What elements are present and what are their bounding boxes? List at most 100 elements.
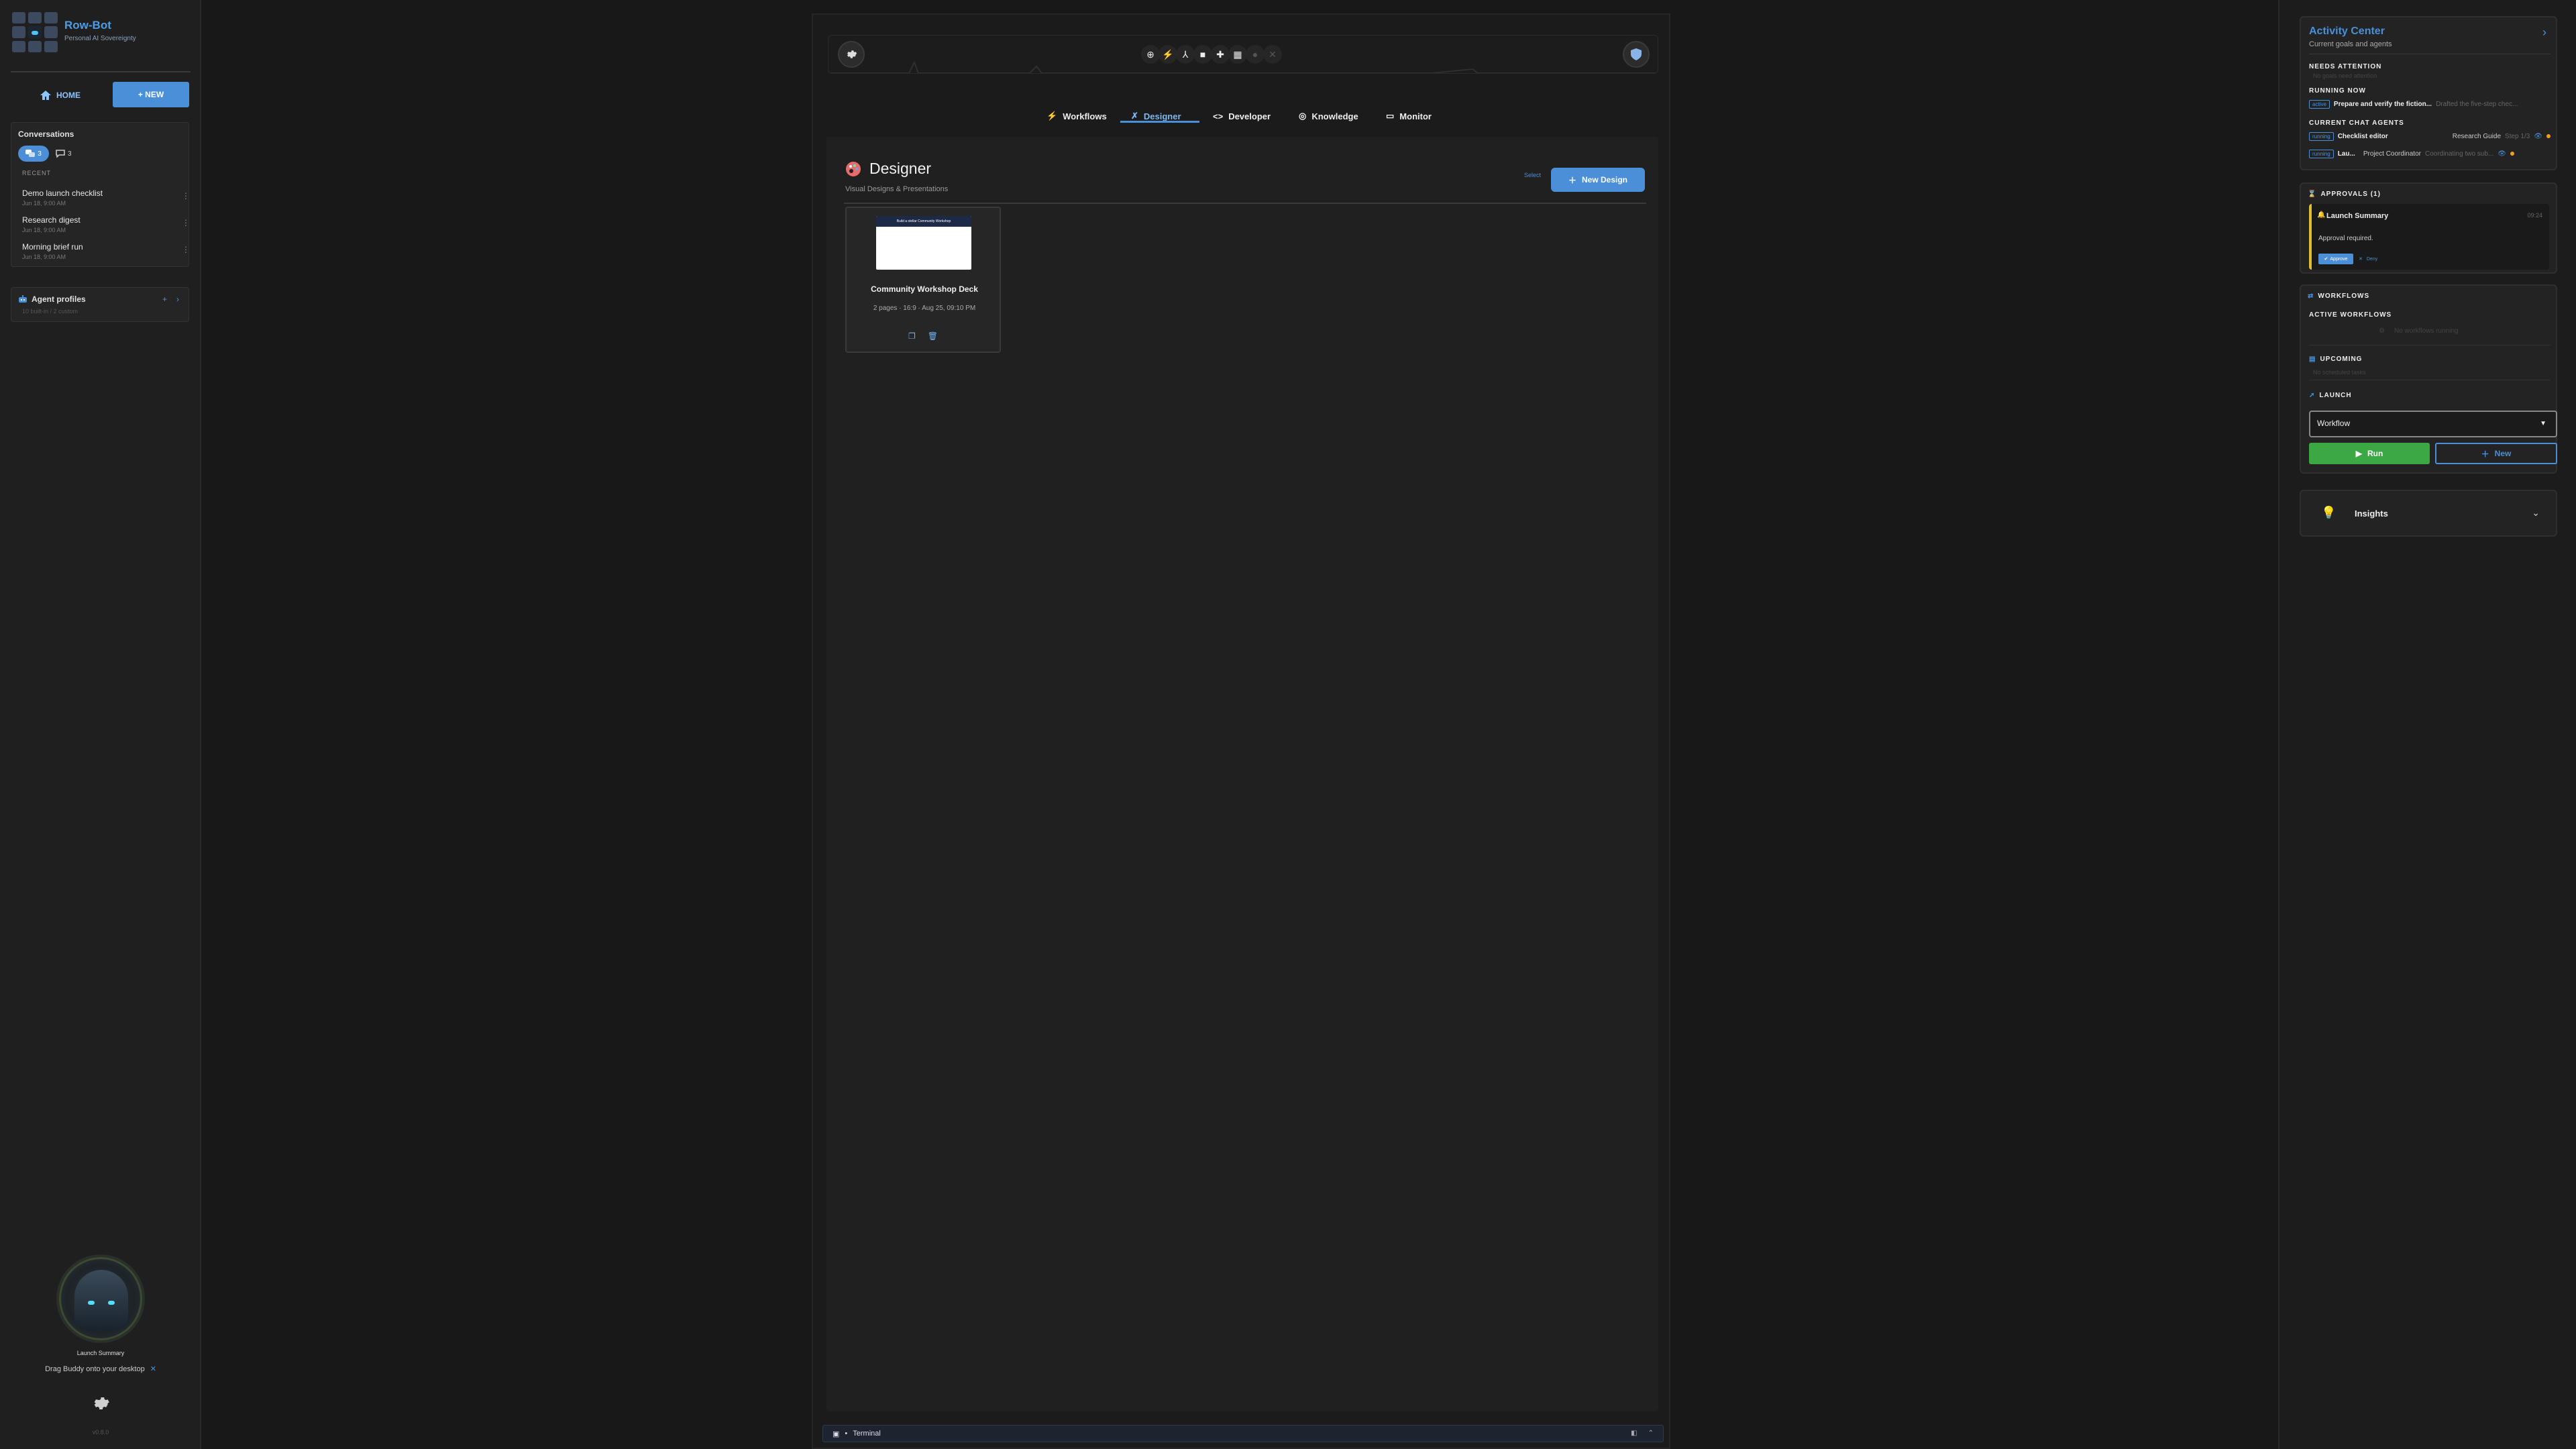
deny-label: Deny: [2366, 256, 2378, 262]
new-workflow-label: New: [2494, 449, 2512, 458]
security-button[interactable]: [1623, 41, 1650, 68]
graph-tool-icon[interactable]: ⅄: [1176, 45, 1195, 64]
status-badge: running: [2309, 131, 2334, 141]
left-sidebar: Row-Bot Personal AI Sovereignty HOME + N…: [0, 0, 201, 1449]
more-options-icon[interactable]: ⋮: [182, 218, 190, 227]
thumbnail-title: Build a stellar Community Workshop: [876, 216, 971, 227]
conversation-item[interactable]: Research digest Jun 18, 9:00 AM ⋮: [22, 215, 190, 233]
search-tool-icon[interactable]: ⊕: [1141, 45, 1160, 64]
terminal-icon: ▣: [833, 1430, 840, 1438]
buddy-avatar[interactable]: [59, 1257, 142, 1340]
agent-profiles-panel[interactable]: Agent profiles 10 built-in / 2 custom + …: [11, 287, 189, 322]
close-icon[interactable]: ✕: [150, 1365, 156, 1373]
approval-card[interactable]: 🔔 Launch Summary 09:24 Approval required…: [2309, 204, 2549, 270]
activity-center: Activity Center Current goals and agents…: [2300, 16, 2557, 170]
view-eye-icon[interactable]: 👁: [2534, 133, 2542, 140]
palette-icon: [846, 161, 861, 176]
tab-designer[interactable]: ✗ Designer: [1131, 105, 1181, 127]
delete-icon[interactable]: 🗑: [928, 331, 938, 341]
flash-tool-icon[interactable]: ⚡: [1159, 45, 1177, 64]
needs-attention-empty: No goals need attention: [2313, 72, 2377, 79]
agent-detail: Coordinating two sub...: [2424, 150, 2494, 158]
more-options-icon[interactable]: ⋮: [182, 191, 190, 201]
tab-developer[interactable]: <> Developer: [1213, 105, 1271, 127]
plugin-tool-icon[interactable]: ✚: [1211, 45, 1230, 64]
upcoming-label: UPCOMING: [2320, 356, 2363, 363]
status-badge: running: [2309, 149, 2334, 158]
robot-icon: [19, 295, 27, 303]
status-badge: active: [2309, 99, 2330, 109]
designer-content: Designer Visual Designs & Presentations …: [826, 137, 1658, 1411]
approve-button[interactable]: ✔ Approve: [2318, 254, 2353, 264]
duplicate-icon[interactable]: ❐: [908, 331, 916, 341]
workflows-panel: ⇄ WORKFLOWS ACTIVE WORKFLOWS ⚙ No workfl…: [2300, 284, 2557, 474]
chat-agent-row[interactable]: running Checklist editor Research Guide …: [2309, 130, 2551, 142]
chevron-up-icon[interactable]: ⌃: [1648, 1430, 1654, 1437]
conversation-item[interactable]: Demo launch checklist Jun 18, 9:00 AM ⋮: [22, 189, 190, 207]
settings-button[interactable]: [838, 41, 865, 68]
view-eye-icon[interactable]: 👁: [2498, 150, 2506, 158]
monitor-icon: ▭: [1386, 111, 1395, 121]
select-link[interactable]: Select: [1524, 172, 1541, 178]
conversation-date: Jun 18, 9:00 AM: [22, 254, 66, 260]
designer-header: Designer: [845, 160, 931, 178]
messages-filter[interactable]: 3: [56, 146, 83, 162]
chevron-right-icon[interactable]: ›: [176, 294, 179, 304]
add-agent-icon[interactable]: +: [162, 294, 167, 304]
app-tagline: Personal AI Sovereignty: [64, 35, 136, 42]
conversation-name: Morning brief run: [22, 242, 83, 252]
tab-monitor[interactable]: ▭ Monitor: [1386, 105, 1432, 127]
recent-label: RECENT: [22, 170, 52, 176]
agent-profiles-header: Agent profiles: [18, 294, 86, 304]
new-workflow-button[interactable]: ＋ New: [2435, 443, 2557, 464]
conversations-title: Conversations: [18, 129, 74, 139]
conversation-name: Research digest: [22, 215, 80, 225]
tab-knowledge-label: Knowledge: [1311, 111, 1358, 121]
split-icon[interactable]: ◧: [1631, 1430, 1637, 1437]
plus-icon: ＋: [2481, 449, 2489, 459]
chevron-right-icon[interactable]: ›: [2542, 25, 2546, 40]
home-button[interactable]: HOME: [27, 83, 94, 107]
buddy-caption: Launch Summary: [76, 1350, 125, 1356]
drag-buddy-hint: Drag Buddy onto your desktop ✕: [0, 1364, 201, 1373]
activity-center-title: Activity Center: [2309, 25, 2385, 37]
conversation-name: Demo launch checklist: [22, 189, 103, 198]
lightning-icon: ⚡: [1046, 111, 1058, 121]
agent-profiles-title: Agent profiles: [32, 294, 86, 304]
settings-gear-icon[interactable]: [91, 1394, 110, 1413]
workflow-select[interactable]: Workflow ▼: [2309, 411, 2557, 437]
new-button[interactable]: + NEW: [113, 82, 189, 107]
insights-panel[interactable]: 💡 Insights ⌄: [2300, 490, 2557, 537]
designer-subtitle: Visual Designs & Presentations: [845, 185, 949, 193]
conversation-item[interactable]: Morning brief run Jun 18, 9:00 AM ⋮: [22, 242, 190, 260]
deny-button[interactable]: ✕ Deny: [2359, 254, 2377, 264]
chat-agent-row[interactable]: running Lau... Project Coordinator Coord…: [2309, 148, 2551, 160]
run-workflow-button[interactable]: ▶ Run: [2309, 443, 2430, 464]
chevron-down-icon[interactable]: ⌄: [2532, 507, 2540, 519]
terminal-bar[interactable]: ▣ • Terminal ◧ ⌃: [822, 1425, 1664, 1442]
chats-filter[interactable]: 3: [18, 146, 49, 162]
more-options-icon[interactable]: ⋮: [182, 245, 190, 254]
code-icon: <>: [1213, 111, 1224, 121]
apps-grid-icon[interactable]: ▦: [1228, 45, 1247, 64]
workflow-select-value: Workflow: [2317, 419, 2351, 428]
video-tool-icon[interactable]: ■: [1193, 45, 1212, 64]
design-card[interactable]: Build a stellar Community Workshop Commu…: [845, 207, 1001, 353]
needs-attention-label: NEEDS ATTENTION: [2309, 63, 2382, 70]
workflows-title: WORKFLOWS: [2318, 292, 2370, 300]
stop-indicator-icon[interactable]: [2510, 152, 2514, 156]
approvals-panel: ⌛ APPROVALS (1) 🔔 Launch Summary 09:24 A…: [2300, 182, 2557, 274]
tab-knowledge[interactable]: ◎ Knowledge: [1299, 105, 1358, 127]
approval-title: Launch Summary: [2326, 212, 2389, 220]
stop-indicator-icon[interactable]: [2546, 134, 2551, 138]
mic-tool-icon[interactable]: ●: [1246, 45, 1265, 64]
lightbulb-icon: 💡: [2321, 506, 2337, 519]
running-goal-row[interactable]: active Prepare and verify the fiction...…: [2309, 98, 2551, 110]
tab-workflows[interactable]: ⚡ Workflows: [1046, 105, 1107, 127]
run-label: Run: [2367, 449, 2383, 458]
conversation-date: Jun 18, 9:00 AM: [22, 227, 66, 233]
divider: [844, 203, 1646, 204]
new-design-button[interactable]: ＋ New Design: [1551, 168, 1645, 192]
disabled-tool-icon[interactable]: ✕: [1263, 45, 1282, 64]
approvals-header: ⌛ APPROVALS (1): [2308, 191, 2381, 198]
